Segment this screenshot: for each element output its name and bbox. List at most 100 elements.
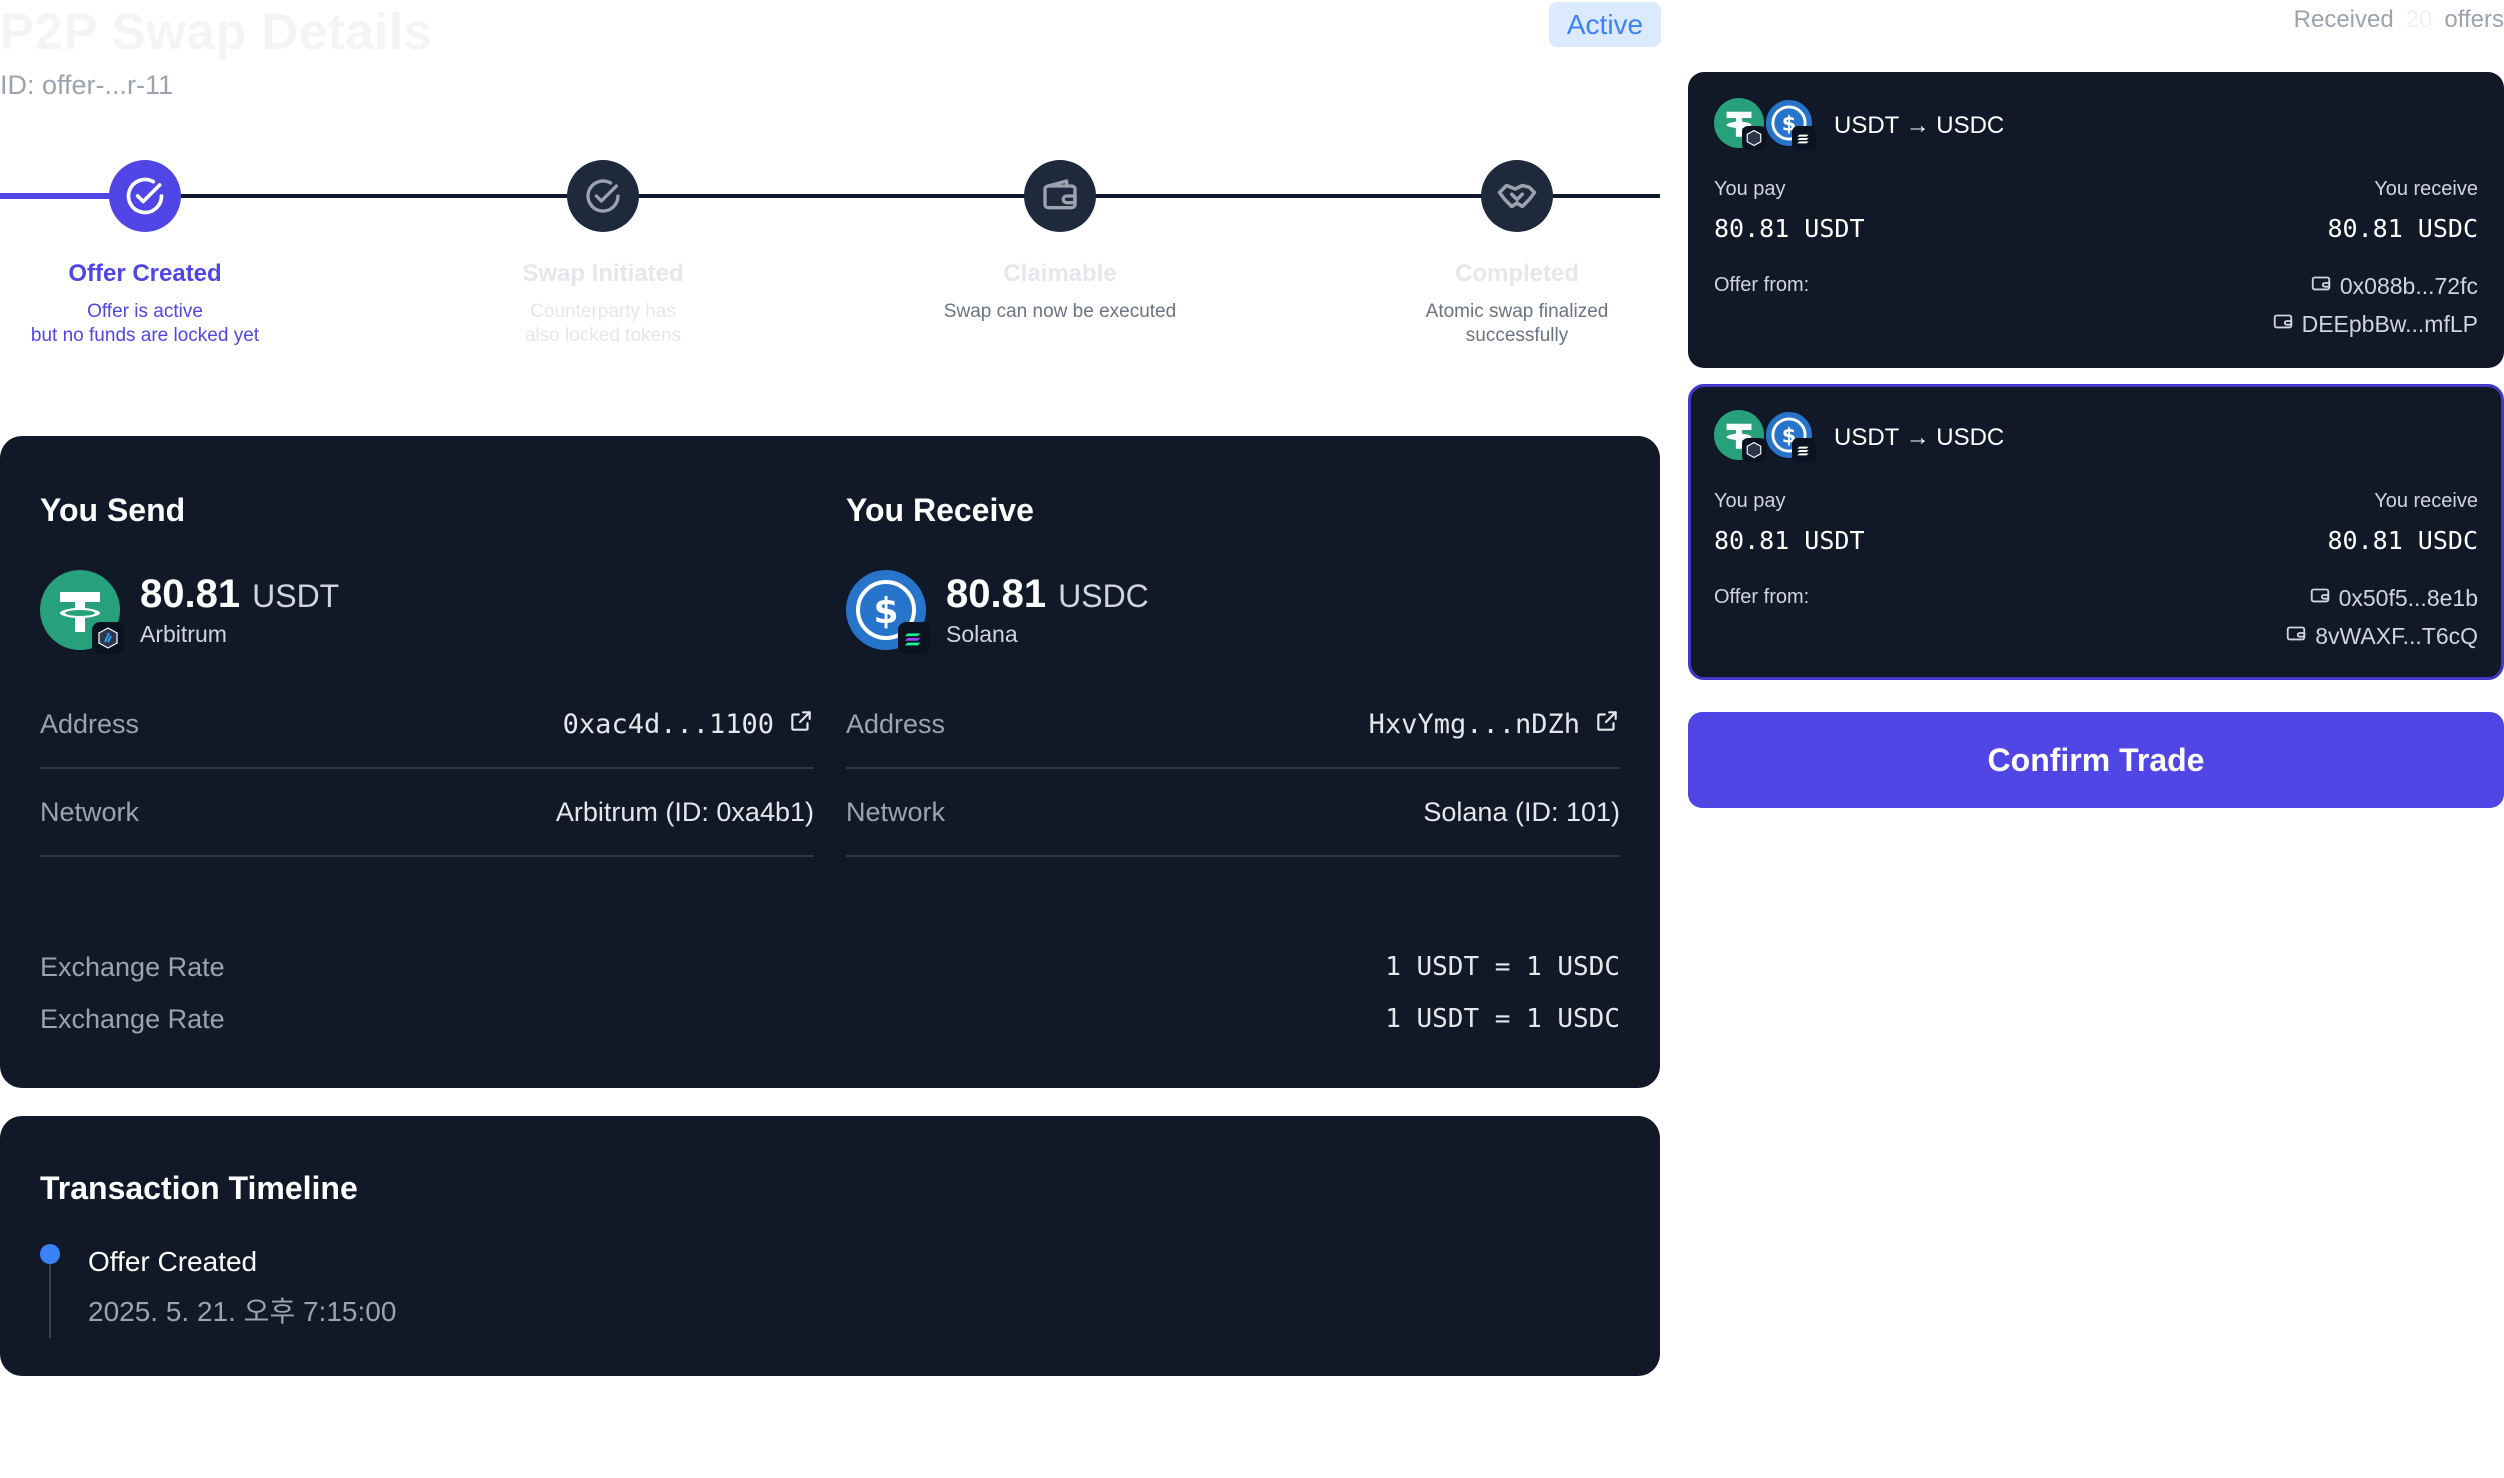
step-completed: Completed Atomic swap finalized successf… [1337, 160, 1697, 348]
check-circle-icon [109, 160, 181, 232]
solana-chain-icon [898, 622, 930, 654]
check-circle-icon [567, 160, 639, 232]
wallet-icon [2285, 622, 2307, 650]
step-offer-created: Offer Created Offer is active but no fun… [0, 160, 325, 348]
transaction-timeline-card: Transaction Timeline Offer Created 2025.… [0, 1116, 1660, 1376]
offer-address-text: 0x088b...72fc [2339, 272, 2478, 299]
offer-card[interactable]: $ USDT → USDC You pay You receive 80.81 … [1688, 72, 2504, 368]
offer-card-selected[interactable]: $ USDT → USDC You pay You receive 80.81 … [1688, 384, 2504, 680]
step-description-line: Counterparty has [530, 301, 676, 322]
svg-text:$: $ [873, 591, 898, 632]
receive-address-value: HxvYmg...nDZh [1369, 708, 1620, 741]
network-label: Network [846, 796, 946, 827]
offer-address-text: DEEpbBw...mfLP [2301, 310, 2478, 337]
timeline-event-time: 2025. 5. 21. 오후 7:15:00 [88, 1296, 397, 1327]
arbitrum-chain-icon [1742, 126, 1766, 150]
exchange-rate-row: Exchange Rate 1 USDT = 1 USDC [40, 952, 1620, 983]
step-description: Atomic swap finalized successfully [1337, 300, 1697, 348]
wallet-icon [1024, 160, 1096, 232]
send-network-row: Network Arbitrum (ID: 0xa4b1) [40, 769, 814, 857]
receive-network-row: Network Solana (ID: 101) [846, 769, 1620, 857]
offer-from-label: Offer from: [1714, 586, 1810, 608]
step-description: Counterparty has also locked tokens [423, 300, 783, 348]
receive-column: You Receive $ 80.81 USDC Solana Address … [846, 492, 1620, 857]
step-description-line: successfully [1465, 325, 1569, 346]
send-address[interactable]: 0xac4d...1100 [563, 709, 774, 740]
you-receive-label: You receive [2374, 490, 2478, 512]
step-description: Swap can now be executed [880, 300, 1240, 324]
offer-address-text: 0x50f5...8e1b [2338, 584, 2478, 611]
receive-chain: Solana [946, 621, 1018, 647]
you-pay-label: You pay [1714, 178, 1786, 200]
received-suffix: offers [2444, 6, 2504, 33]
usdc-token-icon: $ [846, 570, 930, 654]
wallet-icon [2310, 272, 2332, 300]
receive-address[interactable]: HxvYmg...nDZh [1369, 709, 1580, 740]
send-amount-row: 80.81 USDT Arbitrum [40, 569, 814, 654]
receive-heading: You Receive [846, 492, 1034, 528]
network-label: Network [40, 796, 140, 827]
step-title: Completed [1454, 260, 1579, 287]
receive-amount: 80.81 [946, 572, 1047, 616]
step-description: Offer is active but no funds are locked … [0, 300, 325, 348]
step-claimable: Claimable Swap can now be executed [880, 160, 1240, 324]
offer-id: ID: offer-...r-11 [0, 70, 174, 100]
receive-symbol: USDC [1058, 578, 1149, 614]
exchange-rate-row: Exchange Rate 1 USDT = 1 USDC [40, 1004, 1620, 1035]
step-description-line: Offer is active [87, 301, 203, 322]
usdt-token-icon [40, 570, 124, 654]
you-pay-label: You pay [1714, 490, 1786, 512]
offer-receive-amount: 80.81 USDC [2327, 526, 2478, 555]
offer-address: 8vWAXF...T6cQ [2285, 622, 2478, 650]
send-address-row: Address 0xac4d...1100 [40, 681, 814, 769]
exchange-rate-value: 1 USDT = 1 USDC [1385, 952, 1620, 982]
handshake-icon [1481, 160, 1553, 232]
send-heading: You Send [40, 492, 186, 528]
step-swap-initiated: Swap Initiated Counterparty has also loc… [423, 160, 783, 348]
offer-pay-amount: 80.81 USDT [1714, 526, 1865, 555]
token-pair-icons: $ [1714, 98, 1824, 154]
received-prefix: Received [2293, 6, 2394, 33]
received-offers-count: Received 20 offers [2294, 6, 2504, 34]
offer-address-text: 8vWAXF...T6cQ [2315, 622, 2478, 649]
step-description-line: Swap can now be executed [943, 301, 1177, 322]
received-count: 20 [2405, 6, 2433, 33]
step-description-line: but no funds are locked yet [30, 325, 260, 346]
solana-chain-icon [1792, 126, 1816, 150]
timeline-event-label: Offer Created [88, 1246, 258, 1277]
send-network: Arbitrum (ID: 0xa4b1) [555, 796, 814, 827]
wallet-icon [2272, 310, 2294, 338]
offer-pair: USDT → USDC [1834, 424, 2005, 451]
timeline-dot [40, 1244, 60, 1264]
step-title: Offer Created [68, 260, 222, 287]
send-address-value: 0xac4d...1100 [563, 708, 814, 741]
you-receive-label: You receive [2374, 178, 2478, 200]
receive-amount-row: $ 80.81 USDC Solana [846, 569, 1620, 654]
external-link-icon[interactable] [1594, 708, 1620, 741]
timeline-title: Transaction Timeline [40, 1170, 358, 1206]
step-title: Claimable [1003, 260, 1117, 287]
offer-from-label: Offer from: [1714, 274, 1810, 296]
exchange-rate-label: Exchange Rate [40, 1004, 225, 1034]
address-label: Address [846, 708, 946, 739]
offer-address: 0x088b...72fc [2310, 272, 2478, 300]
confirm-trade-button[interactable]: Confirm Trade [1688, 712, 2504, 808]
send-symbol: USDT [252, 578, 340, 614]
receive-address-row: Address HxvYmg...nDZh [846, 681, 1620, 769]
offer-receive-amount: 80.81 USDC [2327, 214, 2478, 243]
send-amount: 80.81 [140, 572, 241, 616]
send-chain: Arbitrum [140, 621, 227, 647]
arbitrum-chain-icon [92, 622, 124, 654]
external-link-icon[interactable] [788, 708, 814, 741]
step-description-line: also locked tokens [524, 325, 682, 346]
step-description-line: Atomic swap finalized [1425, 301, 1609, 322]
offer-pay-amount: 80.81 USDT [1714, 214, 1865, 243]
status-badge: Active [1549, 2, 1661, 47]
step-title: Swap Initiated [522, 260, 684, 287]
exchange-rate-value: 1 USDT = 1 USDC [1385, 1004, 1620, 1034]
solana-chain-icon [1792, 438, 1816, 462]
arbitrum-chain-icon [1742, 438, 1766, 462]
swap-details-card: You Send 80.81 USDT Arbitrum Address 0xa… [0, 436, 1660, 1088]
swap-progress-stepper: Offer Created Offer is active but no fun… [0, 160, 1660, 370]
send-column: You Send 80.81 USDT Arbitrum Address 0xa… [40, 492, 814, 857]
